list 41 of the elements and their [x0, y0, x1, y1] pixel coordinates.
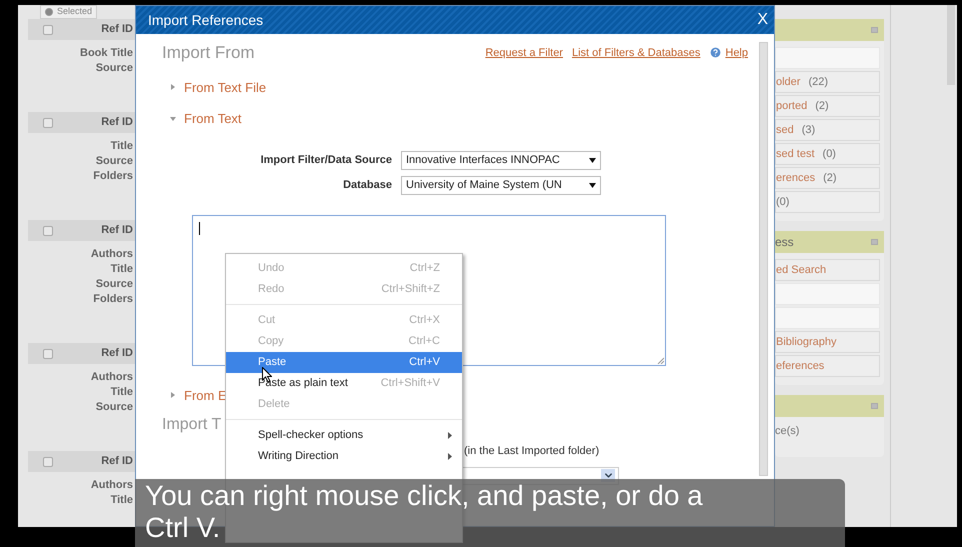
shortcut-label: Ctrl+X	[409, 313, 440, 328]
item-count: (22)	[808, 74, 828, 90]
field-label: Source	[96, 277, 133, 292]
shortcut-label: Ctrl+Shift+Z	[381, 282, 440, 298]
caption-text: Ctrl V.	[145, 512, 222, 544]
ref-id-label: Ref ID	[101, 22, 133, 38]
field-label: Folders	[93, 292, 133, 307]
ref-id-label: Ref ID	[101, 223, 133, 238]
panel-title: ess	[775, 234, 794, 251]
field-label: Source	[96, 61, 133, 76]
dialog-title: Import References	[148, 10, 264, 30]
field-label: Authors	[90, 247, 133, 262]
field-label: Database	[342, 178, 393, 193]
item-count: (0)	[776, 194, 790, 210]
item-count: (3)	[802, 122, 816, 138]
panel-text: ce(s)	[775, 424, 800, 439]
field-label: Book Title	[80, 46, 133, 61]
shortcut-label: Ctrl+Z	[410, 261, 440, 276]
field-label: Title	[110, 139, 133, 154]
field-label: Title	[110, 493, 133, 508]
caption-text: You can right mouse click, and paste, or do a	[145, 480, 704, 512]
folder-note: (in the Last Imported folder)	[464, 444, 600, 459]
shortcut-label: Ctrl+V	[409, 355, 440, 370]
section-heading: Import T	[162, 415, 222, 435]
field-label: Source	[96, 154, 133, 169]
field-label: Folders	[93, 169, 133, 184]
field-label: Title	[110, 262, 133, 277]
field-label: Authors	[90, 370, 133, 385]
item-count: (2)	[815, 98, 829, 114]
section-heading: Import From	[162, 42, 255, 64]
item-count: (2)	[823, 170, 837, 186]
field-label: Authors	[90, 478, 133, 493]
field-label: Import Filter/Data Source	[260, 152, 393, 168]
field-label: Source	[96, 400, 133, 415]
shortcut-label: Ctrl+Shift+V	[380, 376, 440, 392]
ref-id-label: Ref ID	[101, 454, 133, 470]
ref-id-label: Ref ID	[101, 346, 133, 362]
field-label: Title	[110, 385, 133, 400]
shortcut-label: Ctrl+C	[408, 334, 440, 350]
ref-id-label: Ref ID	[101, 115, 133, 130]
item-count: (0)	[822, 146, 836, 162]
